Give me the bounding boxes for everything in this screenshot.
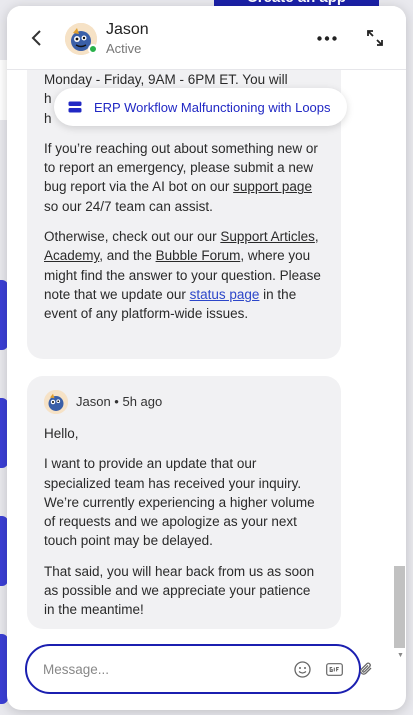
message-paragraph: If you’re reaching out about something n… [44, 140, 318, 214]
more-horizontal-icon [317, 35, 337, 41]
gif-button[interactable] [325, 660, 343, 678]
bubble-forum-link[interactable]: Bubble Forum [156, 248, 241, 263]
attachment-button[interactable] [357, 660, 375, 678]
message-paragraph: I want to provide an update that our spe… [44, 456, 315, 549]
scroll-down-arrow-icon[interactable]: ▼ [397, 652, 404, 659]
message-paragraph: Otherwise, check out our our Support Art… [44, 229, 321, 322]
support-articles-link[interactable]: Support Articles [220, 229, 315, 244]
online-status-dot [88, 44, 98, 54]
agent-status: Active [106, 41, 142, 56]
chat-header: Jason Active [7, 6, 406, 70]
message-composer [25, 644, 372, 694]
message-meta: Jason • 5h ago [76, 394, 163, 410]
pinned-topic-chip[interactable]: ERP Workflow Malfunctioning with Loops [54, 88, 347, 126]
scrollbar-thumb[interactable] [394, 566, 405, 648]
avatar [44, 390, 68, 414]
message-list[interactable]: Monday - Friday, 9AM - 6PM ET. You will … [7, 70, 406, 642]
pinned-topic-label: ERP Workflow Malfunctioning with Loops [94, 99, 331, 115]
emoji-icon [293, 660, 311, 678]
chevron-left-icon [31, 30, 41, 46]
agent-name: Jason [106, 21, 149, 38]
chat-widget: Jason Active ERP Workflow Malfunctioning… [7, 6, 406, 710]
emoji-button[interactable] [293, 660, 311, 678]
paperclip-icon [360, 662, 372, 675]
back-button[interactable] [27, 28, 47, 48]
academy-link[interactable]: Academy [44, 248, 99, 263]
message-text: Monday - Friday, 9AM - 6PM ET. You will [44, 72, 288, 87]
message-input[interactable] [43, 659, 273, 679]
expand-button[interactable] [363, 26, 387, 50]
support-page-link[interactable]: support page [233, 179, 312, 194]
status-page-link[interactable]: status page [190, 287, 260, 302]
expand-icon [367, 30, 383, 46]
agent-avatar-icon [44, 390, 68, 414]
message-greeting: Hello, [44, 426, 79, 441]
more-options-button[interactable] [315, 28, 339, 48]
message-bubble: Jason • 5h ago Hello, I want to provide … [27, 376, 341, 629]
gif-icon [325, 662, 343, 676]
avatar [65, 23, 98, 55]
message-header: Jason • 5h ago [44, 390, 324, 414]
ticket-icon [68, 101, 82, 113]
message-paragraph: That said, you will hear back from us as… [44, 563, 315, 618]
